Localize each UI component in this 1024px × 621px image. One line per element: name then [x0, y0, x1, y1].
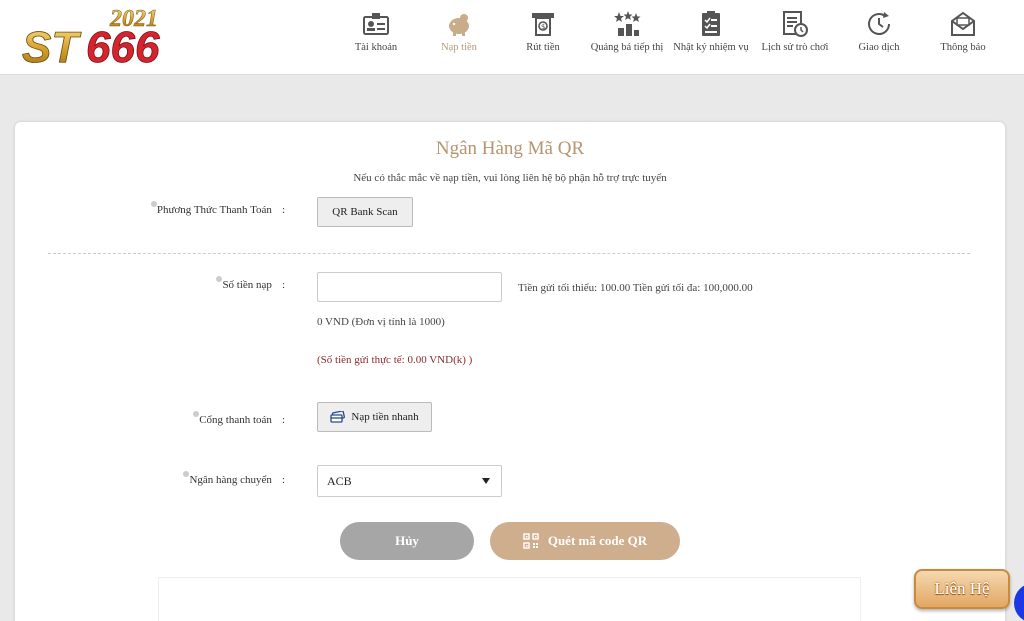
mail-icon	[951, 11, 975, 36]
gateway-label: Cổng thanh toán	[199, 414, 272, 426]
nav-item-notifications[interactable]: Thông báo	[918, 10, 1008, 66]
qr-code-icon	[523, 533, 539, 549]
nav-item-marketing[interactable]: Quảng bá tiếp thị	[582, 10, 672, 66]
scan-qr-label: Quét mã code QR	[547, 533, 648, 548]
amount-unit-note: 0 VND (Đơn vị tính là 1000)	[317, 316, 445, 328]
fast-deposit-button[interactable]: Nạp tiền nhanh	[317, 402, 432, 432]
history-doc-icon	[783, 11, 808, 37]
amount-input[interactable]	[317, 272, 502, 302]
stars-chart-icon	[614, 11, 641, 36]
deposit-card: Ngân Hàng Mã QR Nếu có thắc mắc về nạp t…	[15, 122, 1005, 621]
payment-method-label-row: Phương Thức Thanh Toán:	[15, 201, 285, 216]
nav-item-transactions[interactable]: Giao dịch	[834, 10, 924, 66]
bank-select[interactable]: ACB	[317, 465, 502, 497]
id-card-icon	[363, 13, 389, 35]
top-header: 2021 ST 666 Tài khoản Nạp tiền $ Rút tiề…	[0, 0, 1024, 75]
payment-method-label: Phương Thức Thanh Toán	[156, 204, 272, 216]
contact-bubble: Liên Hệ	[914, 569, 1010, 609]
bullet-dot	[150, 201, 157, 207]
caret-down-icon	[482, 478, 490, 484]
nav-label-marketing: Quảng bá tiếp thị	[590, 42, 664, 53]
svg-text:$: $	[541, 23, 545, 31]
contact-widget[interactable]: Liên Hệ	[914, 569, 1010, 611]
piggy-bank-icon	[449, 14, 469, 36]
gateway-label-row: Cổng thanh toán:	[15, 411, 285, 426]
nav-label-transactions: Giao dịch	[858, 42, 900, 53]
fast-deposit-label: Nạp tiền nhanh	[351, 411, 419, 423]
nav-label-account: Tài khoản	[354, 42, 398, 53]
bank-selected-value: ACB	[327, 473, 352, 488]
nav-item-game-history[interactable]: Lịch sử trò chơi	[750, 10, 840, 66]
bank-label: Ngân hàng chuyển	[189, 474, 272, 486]
bank-label-row: Ngân hàng chuyển:	[15, 471, 285, 486]
qr-result-panel	[158, 577, 861, 621]
nav-item-task-log[interactable]: Nhật ký nhiệm vụ	[666, 10, 756, 66]
chat-fab-button[interactable]	[1014, 583, 1024, 621]
withdraw-icon: $	[532, 13, 554, 36]
contact-label: Liên Hệ	[934, 579, 990, 598]
amount-limits-text: Tiền gửi tối thiểu: 100.00 Tiền gửi tối …	[518, 282, 753, 294]
page-subtitle: Nếu có thắc mắc về nạp tiền, vui lòng li…	[353, 172, 667, 184]
checklist-icon	[702, 11, 720, 36]
nav-item-account[interactable]: Tài khoản	[331, 10, 421, 66]
nav-label-task-log: Nhật ký nhiệm vụ	[673, 42, 749, 53]
nav-label-deposit: Nạp tiền	[441, 42, 477, 53]
nav-item-deposit[interactable]: Nạp tiền	[414, 10, 504, 66]
nav-label-withdraw: Rút tiền	[526, 42, 560, 53]
cancel-button[interactable]: Hủy	[340, 522, 474, 560]
payment-method-button[interactable]: QR Bank Scan	[317, 197, 413, 227]
card-icon	[330, 411, 346, 423]
clock-icon	[868, 12, 890, 35]
amount-label: Số tiền nạp	[222, 279, 272, 291]
nav-label-game-history: Lịch sử trò chơi	[761, 42, 829, 53]
nav-label-notifications: Thông báo	[940, 42, 986, 53]
page-title: Ngân Hàng Mã QR	[435, 138, 585, 159]
actual-amount-note: (Số tiền gửi thực tế: 0.00 VND(k) )	[317, 354, 473, 366]
nav-item-withdraw[interactable]: $ Rút tiền	[498, 10, 588, 66]
amount-label-row: Số tiền nạp:	[15, 276, 285, 291]
scan-qr-button[interactable]: Quét mã code QR	[490, 522, 680, 560]
main-nav: Tài khoản Nạp tiền $ Rút tiền Quảng bá t…	[0, 0, 1024, 75]
section-divider	[48, 253, 970, 254]
